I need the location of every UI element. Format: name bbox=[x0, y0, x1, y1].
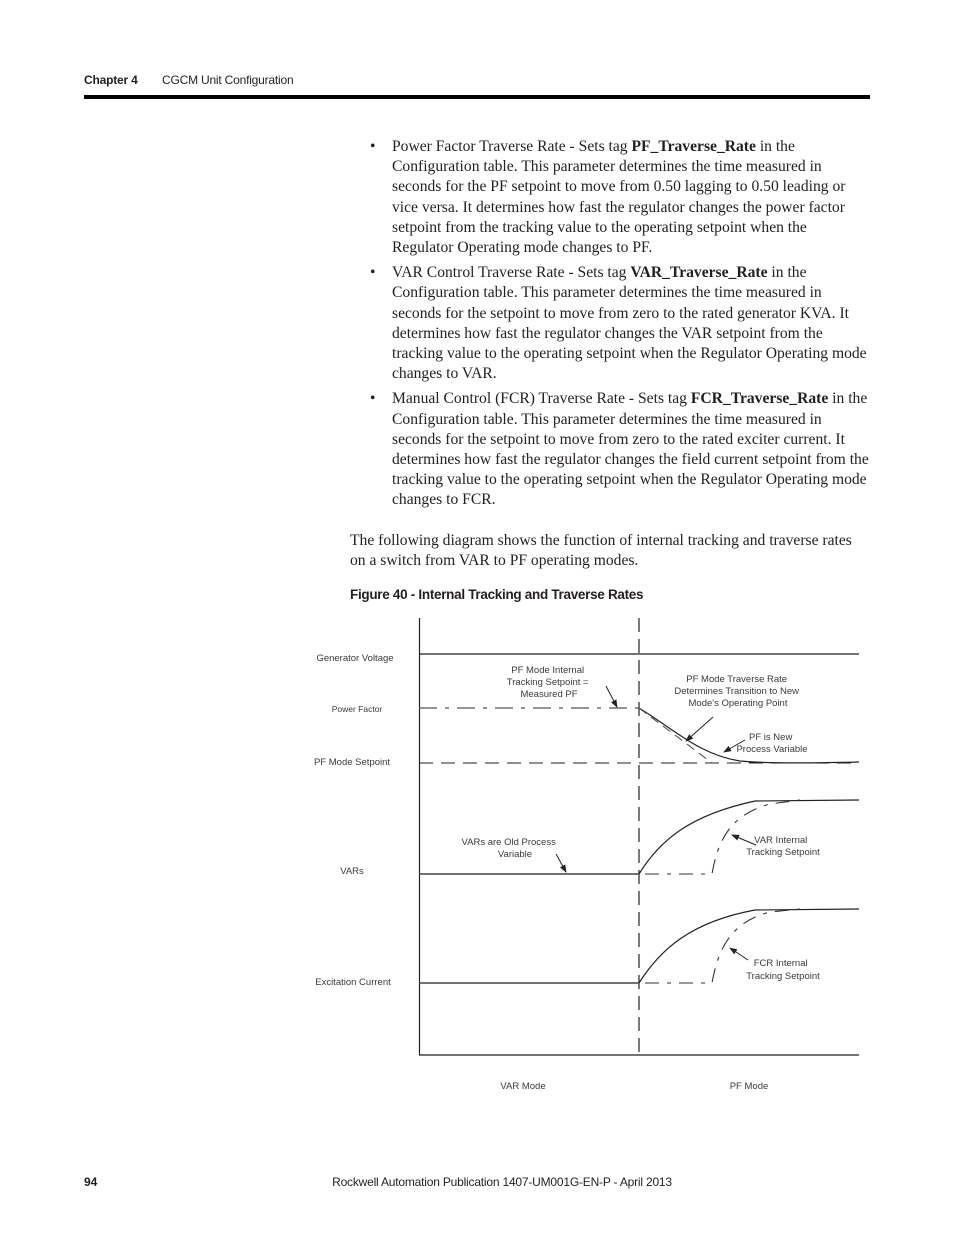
arrow-fcr-tracking bbox=[729, 947, 749, 961]
tracking-diagram: Generator Voltage Power Factor PF Mode S… bbox=[314, 618, 860, 1092]
annotation-line: VAR Internal bbox=[754, 835, 807, 846]
pf-traverse-ramp bbox=[638, 707, 713, 764]
mode-label-pf: PF Mode bbox=[730, 1081, 769, 1092]
arrow-pf-tracking bbox=[605, 685, 618, 708]
annotation-line: Mode's Operating Point bbox=[689, 698, 788, 709]
publication-info: Rockwell Automation Publication 1407-UM0… bbox=[332, 1175, 672, 1189]
row-label-generator-voltage: Generator Voltage bbox=[316, 653, 393, 664]
arrow-vars-old-pv bbox=[555, 853, 567, 873]
row-label-power-factor: Power Factor bbox=[332, 704, 383, 714]
annotation-fcr-tracking: FCR Internal Tracking Setpoint bbox=[746, 958, 820, 982]
annotation-line: PF Mode Internal bbox=[511, 665, 584, 676]
annotation-pf-tracking: PF Mode Internal Tracking Setpoint = Mea… bbox=[507, 665, 591, 700]
annotation-line: Tracking Setpoint = bbox=[507, 677, 589, 688]
vars-curve bbox=[638, 799, 860, 875]
annotation-line: FCR Internal bbox=[754, 958, 808, 969]
annotation-line: VARs are Old Process bbox=[462, 837, 557, 848]
annotation-line: Tracking Setpoint bbox=[746, 971, 820, 982]
annotation-vars-old-pv: VARs are Old Process Variable bbox=[462, 837, 559, 860]
annotation-line: Tracking Setpoint bbox=[746, 847, 820, 858]
annotation-line: PF Mode Traverse Rate bbox=[686, 674, 787, 685]
row-label-excitation-current: Excitation Current bbox=[315, 977, 391, 988]
mode-label-var: VAR Mode bbox=[500, 1081, 545, 1092]
row-label-vars: VARs bbox=[340, 866, 364, 877]
arrow-var-tracking bbox=[731, 834, 757, 846]
annotation-line: Measured PF bbox=[520, 689, 577, 700]
arrow-pf-traverse bbox=[685, 716, 714, 742]
annotation-line: Determines Transition to New bbox=[674, 686, 799, 697]
row-label-pf-mode-setpoint: PF Mode Setpoint bbox=[314, 757, 390, 768]
annotation-line: Process Variable bbox=[736, 744, 807, 755]
annotation-pf-traverse: PF Mode Traverse Rate Determines Transit… bbox=[674, 674, 801, 709]
annotation-line: PF is New bbox=[749, 732, 792, 743]
annotation-pf-new-pv: PF is New Process Variable bbox=[736, 732, 807, 755]
annotation-line: Variable bbox=[498, 849, 532, 860]
annotation-var-tracking: VAR Internal Tracking Setpoint bbox=[746, 835, 820, 858]
